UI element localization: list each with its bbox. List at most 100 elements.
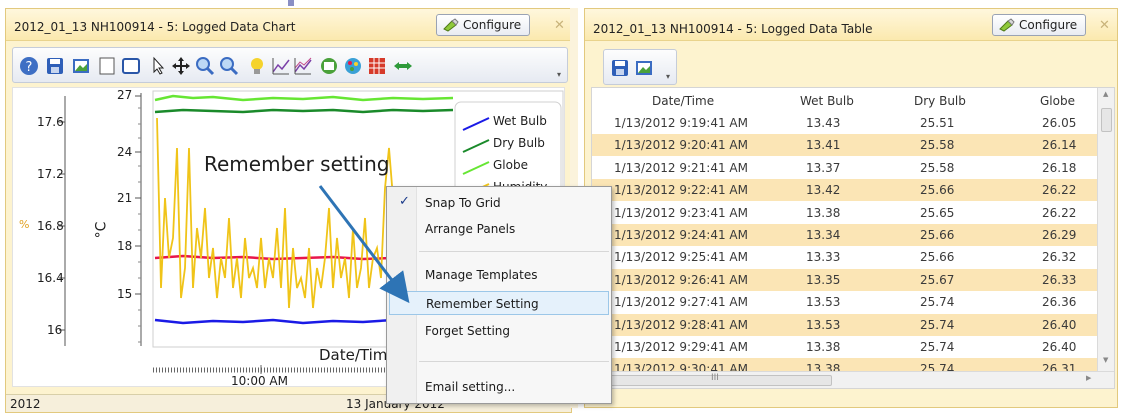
configure-icon: [443, 18, 459, 32]
horizontal-scrollbar[interactable]: ◀ III ▶: [592, 371, 1114, 388]
table-row[interactable]: 1/13/2012 9:27:41 AM 13.53 25.74 26.36: [592, 291, 1098, 313]
table-cell: 13.37: [806, 160, 841, 175]
chart-toolbar: ? ▾: [12, 47, 568, 83]
table-row[interactable]: 1/13/2012 9:22:41 AM 13.42 25.66 26.22: [592, 179, 1098, 202]
x-axis-ticks: [153, 365, 393, 374]
table-cell: 25.51: [920, 116, 955, 130]
table-row[interactable]: 1/13/2012 9:29:41 AM 13.38 25.74 26.40: [592, 336, 1098, 358]
vertical-scrollbar[interactable]: ▲ ▼: [1097, 88, 1114, 388]
x-axis-tick-label: 10:00 AM: [231, 374, 288, 388]
table-cell: 26.33: [1042, 272, 1077, 287]
x-axis-title: Date/Time: [319, 346, 397, 364]
menu-item-label: Forget Setting: [425, 324, 511, 338]
chart-configure-button[interactable]: Configure: [436, 14, 531, 36]
vertical-scroll-thumb[interactable]: [1101, 108, 1112, 132]
column-header[interactable]: Dry Bulb: [914, 94, 966, 108]
table-panel-close-icon[interactable]: ✕: [1099, 18, 1110, 33]
table-cell: 13.53: [806, 295, 841, 310]
table-row[interactable]: 1/13/2012 9:28:41 AM 13.53 25.74 26.40: [592, 313, 1098, 336]
horizontal-scroll-thumb[interactable]: III: [610, 373, 832, 386]
menu-item-email-setting[interactable]: Email setting...: [389, 375, 609, 399]
menu-item-manage-templates[interactable]: Manage Templates: [389, 263, 609, 287]
table-cell: 1/13/2012 9:27:41 AM: [614, 295, 748, 310]
wet-bulb-series: [154, 318, 394, 325]
save-icon[interactable]: [45, 56, 65, 76]
table-cell: 13.42: [806, 183, 841, 198]
table-row[interactable]: 1/13/2012 9:26:41 AM 13.35 25.67 26.33: [592, 268, 1098, 291]
table-row[interactable]: 1/13/2012 9:20:41 AM 13.41 25.58 26.14: [592, 134, 1098, 157]
dry-bulb-series: [154, 108, 454, 114]
table-cell: 25.58: [920, 138, 955, 153]
configure-icon: [999, 18, 1015, 32]
menu-item-label: Snap To Grid: [425, 196, 501, 210]
scroll-right-icon[interactable]: ▶: [1086, 374, 1091, 382]
image-export-icon[interactable]: [71, 56, 91, 76]
zoom-in-icon[interactable]: [195, 56, 215, 76]
column-header[interactable]: Date/Time: [652, 94, 714, 108]
data-table: Date/Time Wet Bulb Dry Bulb Globe 1/13/2…: [591, 87, 1115, 389]
help-icon[interactable]: ?: [19, 56, 39, 76]
table-configure-button[interactable]: Configure: [992, 14, 1087, 36]
left-axis-tick: 17.2: [37, 167, 64, 181]
table-cell: 1/13/2012 9:20:41 AM: [614, 138, 748, 153]
save-icon[interactable]: [610, 58, 630, 78]
palette-icon[interactable]: [343, 56, 363, 76]
table-cell: 25.65: [920, 205, 955, 220]
table-cell: 26.36: [1042, 295, 1077, 310]
table-cell: 26.05: [1042, 116, 1077, 130]
table-row[interactable]: 1/13/2012 9:23:41 AM 13.38 25.65 26.22: [592, 202, 1098, 224]
toolbar-overflow-icon[interactable]: ▾: [557, 70, 565, 80]
table-cell: 1/13/2012 9:28:41 AM: [614, 317, 748, 332]
table-row[interactable]: 1/13/2012 9:25:41 AM 13.33 25.66 26.32: [592, 246, 1098, 268]
table-cell: 13.33: [806, 250, 841, 265]
table-cell: 25.74: [920, 295, 955, 310]
image-export-icon[interactable]: [634, 58, 654, 78]
window-icon[interactable]: [121, 56, 141, 76]
chart-configure-label: Configure: [463, 18, 522, 32]
table-cell: 1/13/2012 9:22:41 AM: [614, 183, 748, 198]
table-cell: 1/13/2012 9:23:41 AM: [614, 205, 748, 220]
zoom-out-icon[interactable]: [219, 56, 239, 76]
menu-separator: [419, 251, 609, 252]
humidity-series: [156, 117, 394, 309]
table-configure-label: Configure: [1019, 18, 1078, 32]
table-cell: 13.34: [806, 228, 841, 242]
status-year: 2012: [10, 397, 41, 411]
menu-item-arrange-panels[interactable]: Arrange Panels: [389, 217, 609, 241]
multi-line-chart-icon[interactable]: [293, 56, 313, 76]
splitter-grip[interactable]: [288, 0, 294, 6]
table-cell: 25.66: [920, 183, 955, 198]
pan-icon[interactable]: [171, 56, 191, 76]
table-cell: 25.74: [920, 340, 955, 354]
table-cell: 25.58: [920, 160, 955, 175]
scroll-up-icon[interactable]: ▲: [1103, 90, 1108, 98]
table-row[interactable]: 1/13/2012 9:19:41 AM 13.43 25.51 26.05: [592, 112, 1098, 134]
new-page-icon[interactable]: [97, 56, 117, 76]
menu-item-snap-to-grid[interactable]: ✓ Snap To Grid: [389, 191, 609, 215]
menu-item-label: Manage Templates: [425, 268, 538, 282]
table-row[interactable]: 1/13/2012 9:21:41 AM 13.37 25.58 26.18: [592, 157, 1098, 179]
chart-settings-icon[interactable]: [319, 56, 339, 76]
chart-panel-title-bar[interactable]: 2012_01_13 NH100914 - 5: Logged Data Cha…: [6, 9, 571, 41]
checkmark-icon: ✓: [399, 194, 410, 209]
grid-icon[interactable]: [367, 56, 387, 76]
line-chart-icon[interactable]: [271, 56, 291, 76]
chart-panel-close-icon[interactable]: ✕: [554, 18, 565, 33]
fit-width-icon[interactable]: [393, 56, 413, 76]
scroll-down-icon[interactable]: ▼: [1103, 356, 1108, 364]
pointer-icon[interactable]: [149, 56, 169, 76]
menu-separator: [419, 361, 609, 362]
menu-item-label: Email setting...: [425, 380, 516, 394]
lightbulb-icon[interactable]: [247, 56, 267, 76]
toolbar-overflow-icon[interactable]: ▾: [666, 72, 674, 82]
column-header[interactable]: Globe: [1040, 94, 1075, 108]
annotation-callout-text: Remember setting: [204, 152, 390, 176]
table-cell: 26.40: [1042, 317, 1077, 332]
table-row[interactable]: 1/13/2012 9:24:41 AM 13.34 25.66 26.29: [592, 224, 1098, 246]
table-panel-title-bar[interactable]: 2012_01_13 NH100914 - 5: Logged Data Tab…: [585, 9, 1117, 41]
menu-item-forget-setting[interactable]: Forget Setting: [389, 319, 609, 343]
table-header-row: Date/Time Wet Bulb Dry Bulb Globe: [592, 90, 1098, 112]
menu-item-remember-setting[interactable]: Remember Setting: [389, 291, 609, 315]
column-header[interactable]: Wet Bulb: [800, 94, 854, 108]
table-cell: 25.74: [920, 317, 955, 332]
